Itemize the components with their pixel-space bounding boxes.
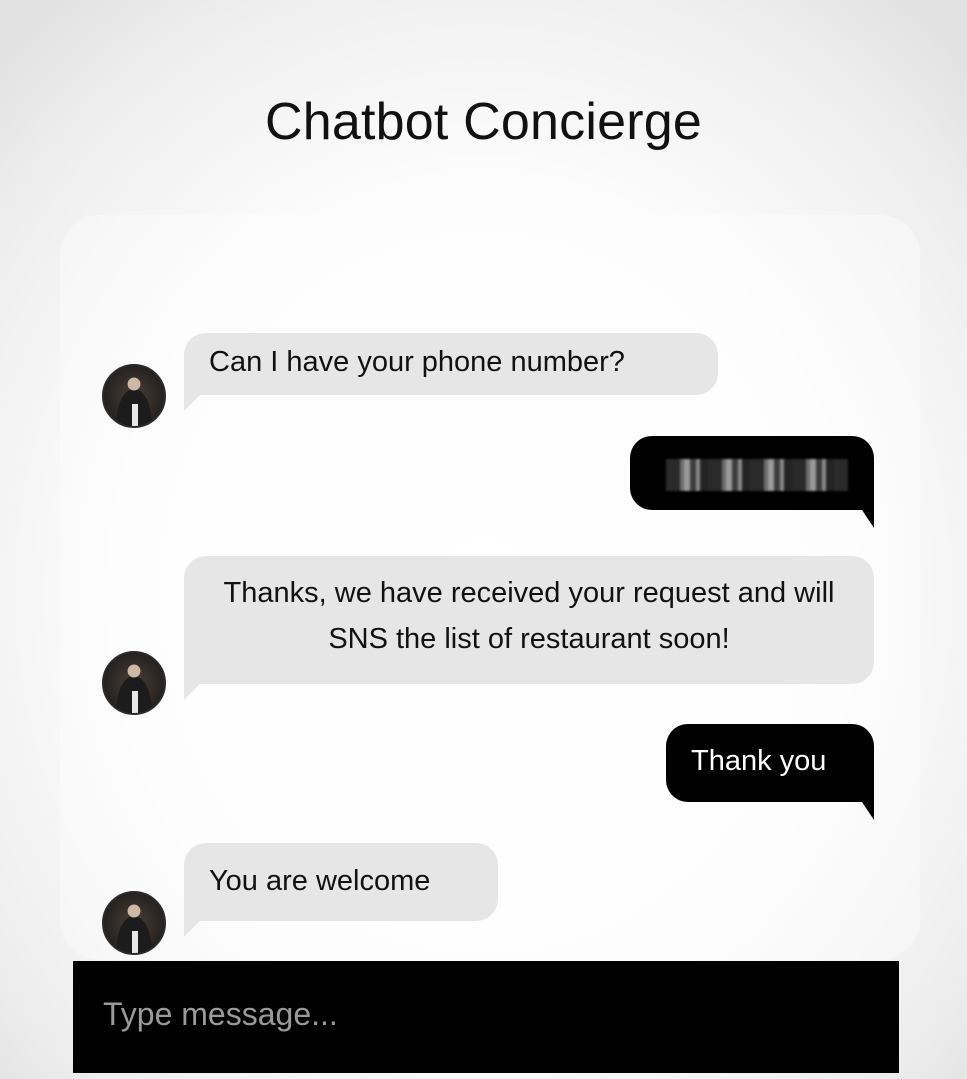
bot-message: Can I have your phone number? — [184, 333, 718, 411]
page-title: Chatbot Concierge — [265, 93, 702, 151]
user-message-redacted — [630, 436, 874, 528]
message-composer — [73, 961, 899, 1073]
bot-message: Thanks, we have received your request an… — [184, 556, 874, 700]
bot-message: You are welcome — [184, 843, 498, 937]
bot-avatar — [102, 651, 166, 715]
avatar-photo-icon — [132, 691, 138, 713]
user-message: Thank you — [666, 724, 874, 820]
avatar-photo-icon — [132, 404, 138, 426]
bot-avatar — [102, 891, 166, 955]
bot-avatar — [102, 364, 166, 428]
message-input[interactable] — [103, 961, 883, 1067]
avatar-photo-icon — [132, 931, 138, 953]
redacted-phone-number — [666, 459, 848, 491]
